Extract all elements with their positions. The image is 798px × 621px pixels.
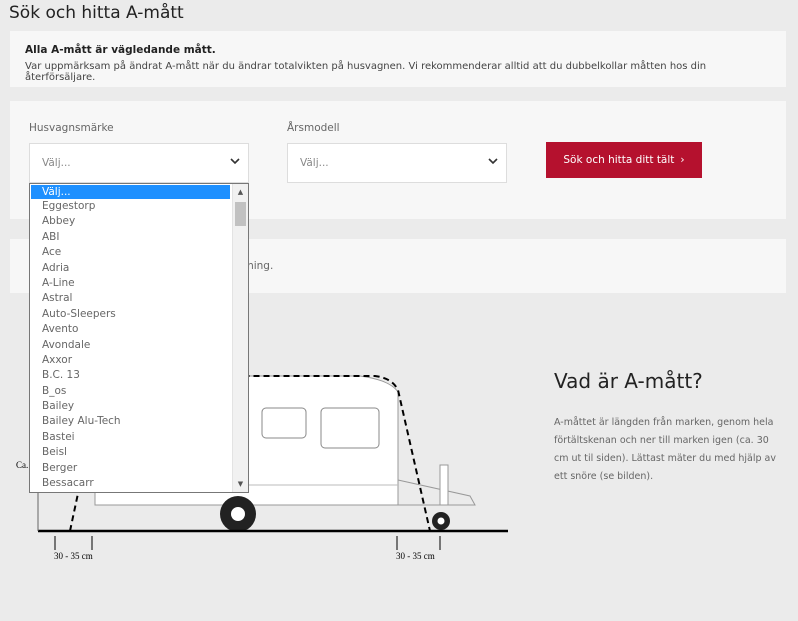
dropdown-option[interactable]: B.C. 13 [30,368,248,383]
info-bold-text: Alla A-mått är vägledande mått. [25,44,216,56]
chevron-right-icon: › [680,154,685,166]
chevron-down-icon [488,158,498,165]
info-text: Var uppmärksam på ändrat A-mått när du ä… [25,61,707,83]
dropdown-option[interactable]: Axxor [30,353,248,368]
dropdown-option[interactable]: Ace [30,245,248,260]
year-label: Årsmodell [287,122,340,134]
right-measure-label: 30 - 35 cm [396,551,435,561]
dropdown-option[interactable]: Astral [30,291,248,306]
scroll-thumb[interactable] [235,202,246,226]
dropdown-option[interactable]: ABI [30,230,248,245]
dropdown-option[interactable]: Auto-Sleepers [30,307,248,322]
year-select-value: Välj... [300,157,329,169]
dropdown-option[interactable]: Bastei [30,430,248,445]
dropdown-option[interactable]: Adria [30,261,248,276]
scroll-up-icon[interactable]: ▲ [233,184,248,200]
brand-select[interactable]: Välj... [29,143,249,183]
brand-select-value: Välj... [42,157,71,169]
dropdown-option[interactable]: Berger [30,461,248,476]
dropdown-scrollbar[interactable]: ▲ ▼ [232,184,248,492]
about-text: A-måttet är längden från marken, genom h… [554,417,777,482]
brand-label: Husvagnsmärke [29,122,114,134]
year-select[interactable]: Välj... [287,143,507,183]
dropdown-option[interactable]: Abbey [30,214,248,229]
dropdown-option[interactable]: Bessacarr [30,476,248,491]
dropdown-option[interactable]: Bailey [30,399,248,414]
dropdown-option[interactable]: A-Line [30,276,248,291]
dropdown-option[interactable]: Avento [30,322,248,337]
left-measure-label: 30 - 35 cm [54,551,93,561]
page-title: Sök och hitta A-mått [9,3,184,23]
search-button-label: Sök och hitta ditt tält [563,154,675,166]
dropdown-option[interactable]: Välj... [31,185,230,199]
info-box: Alla A-mått är vägledande mått. Var uppm… [10,31,786,87]
brand-dropdown-list[interactable]: Välj... Eggestorp Abbey ABI Ace Adria A-Line As… [29,183,249,493]
dropdown-option[interactable]: B_os [30,384,248,399]
dropdown-option[interactable]: Avondale [30,338,248,353]
dropdown-option[interactable]: Bailey Alu-Tech [30,414,248,429]
dropdown-option[interactable]: Beisl [30,445,248,460]
about-title: Vad är A-mått? [554,369,703,393]
dropdown-option[interactable]: Eggestorp [30,199,248,214]
side-label: Ca. [16,460,28,470]
dropdown-options: Välj... Eggestorp Abbey ABI Ace Adria A-Line As… [30,185,248,491]
search-button[interactable]: Sök och hitta ditt tält › [546,142,702,178]
chevron-down-icon [230,158,240,165]
scroll-down-icon[interactable]: ▼ [233,476,248,492]
